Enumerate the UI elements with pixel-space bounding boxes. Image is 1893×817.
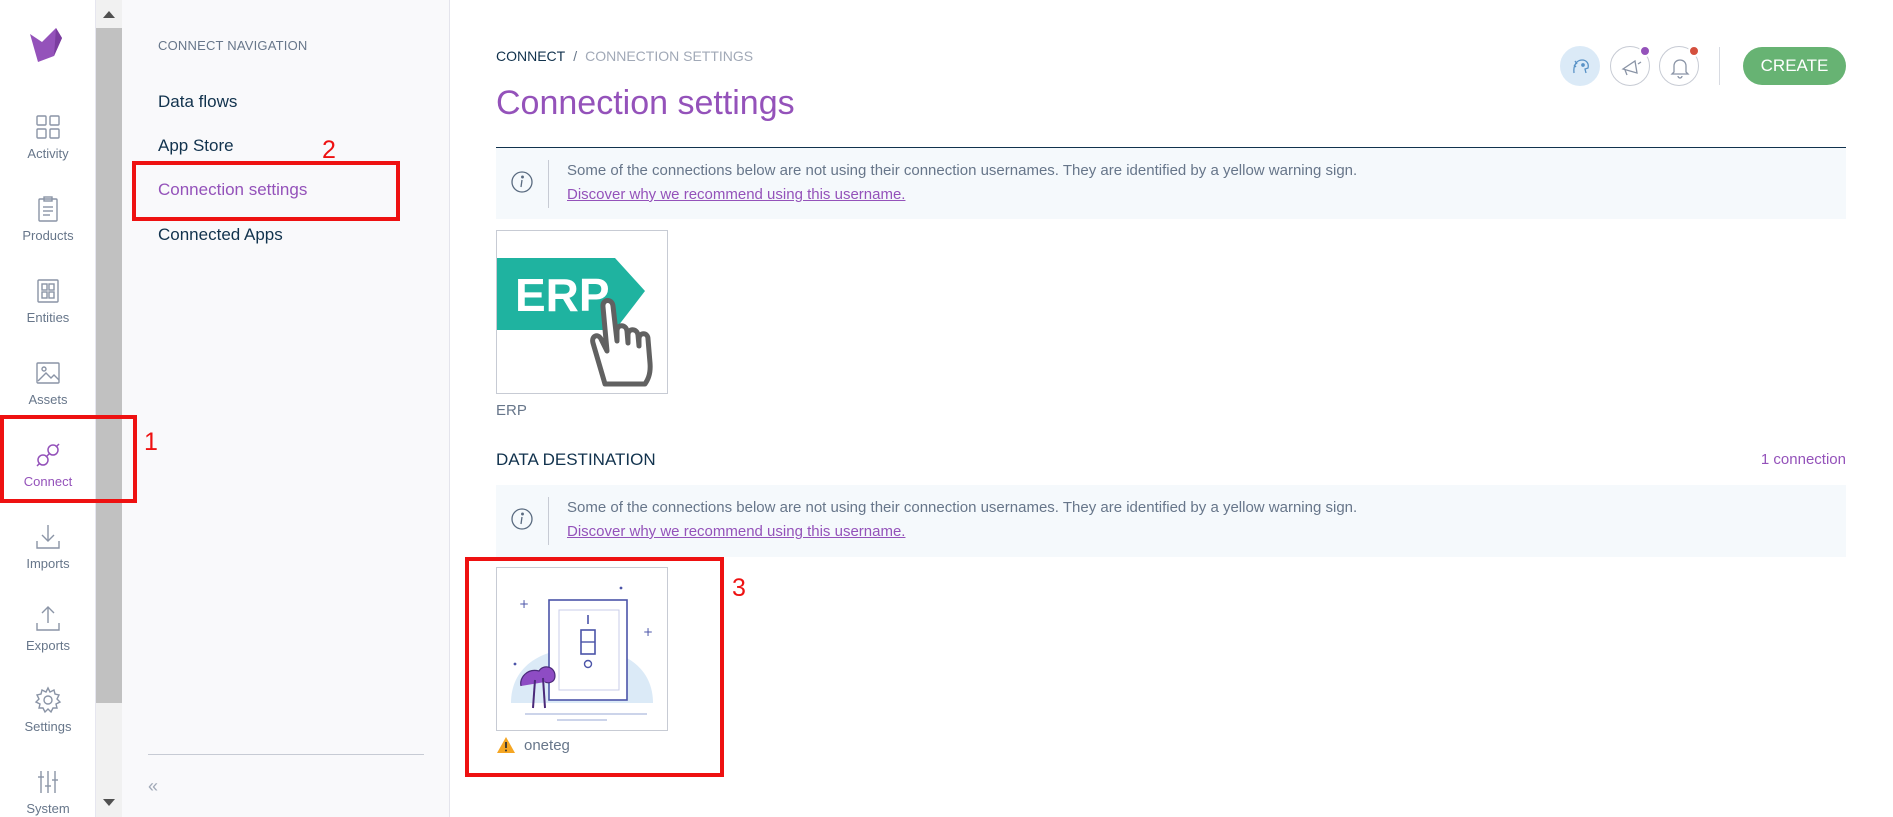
breadcrumb-separator: / bbox=[573, 48, 578, 64]
imports-icon bbox=[36, 525, 60, 549]
activity-icon bbox=[36, 115, 60, 139]
menu-item-label: System bbox=[26, 801, 70, 816]
subnav-divider bbox=[148, 754, 424, 755]
create-button[interactable]: CREATE bbox=[1743, 47, 1846, 85]
info-link[interactable]: Discover why we recommend using this use… bbox=[567, 523, 905, 540]
assets-icon bbox=[36, 362, 60, 384]
info-banner-source: Some of the connections below are not us… bbox=[496, 147, 1846, 219]
menu-item-system[interactable]: System bbox=[0, 759, 96, 817]
notifications-badge bbox=[1688, 45, 1700, 57]
menu-item-label: Products bbox=[22, 228, 74, 243]
connect-navigation-panel: CONNECT NAVIGATION Data flows App Store … bbox=[122, 0, 450, 817]
subnav-title: CONNECT NAVIGATION bbox=[158, 38, 308, 53]
menu-item-exports[interactable]: Exports bbox=[0, 596, 96, 674]
menu-item-label: Imports bbox=[26, 556, 70, 571]
menu-item-label: Entities bbox=[26, 310, 70, 325]
settings-icon bbox=[34, 686, 62, 714]
akeneo-logo[interactable] bbox=[26, 24, 68, 66]
system-icon bbox=[38, 771, 58, 793]
scrollbar[interactable] bbox=[96, 0, 122, 817]
menu-item-entities[interactable]: Entities bbox=[0, 268, 96, 346]
subnav-item-app-store[interactable]: App Store bbox=[158, 136, 234, 156]
connection-count: 1 connection bbox=[1760, 451, 1846, 468]
info-message: Some of the connections below are not us… bbox=[567, 162, 1358, 179]
help-mascot-icon bbox=[1573, 59, 1589, 74]
menu-item-products[interactable]: Products bbox=[0, 186, 96, 264]
app-window: Activity Products Entities Assets Connec… bbox=[0, 0, 1893, 817]
subnav-item-connected-apps[interactable]: Connected Apps bbox=[158, 225, 283, 245]
info-message: Some of the connections below are not us… bbox=[567, 499, 1358, 516]
scrollbar-thumb[interactable] bbox=[96, 28, 122, 703]
header-divider bbox=[1719, 47, 1720, 85]
help-center-button[interactable] bbox=[1560, 46, 1600, 86]
page-title: Connection settings bbox=[496, 84, 795, 122]
section-title-data-destination: DATA DESTINATION bbox=[496, 450, 656, 469]
notifications-button[interactable] bbox=[1659, 45, 1700, 86]
info-icon bbox=[511, 171, 533, 193]
annotation-number-2: 2 bbox=[322, 136, 336, 164]
menu-item-activity[interactable]: Activity bbox=[0, 104, 96, 182]
menu-item-settings[interactable]: Settings bbox=[0, 677, 96, 755]
info-divider bbox=[548, 497, 549, 545]
info-divider bbox=[548, 160, 549, 208]
annotation-box-connection-settings bbox=[132, 161, 400, 221]
entities-icon bbox=[37, 279, 59, 303]
erp-illustration: ERP bbox=[497, 258, 653, 387]
menu-item-label: Exports bbox=[25, 638, 71, 653]
breadcrumb: CONNECT / CONNECTION SETTINGS bbox=[496, 48, 753, 64]
annotation-number-1: 1 bbox=[144, 428, 158, 456]
annotation-number-3: 3 bbox=[732, 574, 746, 602]
subnav-item-data-flows[interactable]: Data flows bbox=[158, 92, 237, 112]
products-icon bbox=[38, 196, 58, 222]
announcements-button[interactable] bbox=[1610, 45, 1651, 86]
erp-card-text: ERP bbox=[515, 269, 610, 321]
info-banner-destination: Some of the connections below are not us… bbox=[496, 485, 1846, 557]
info-icon bbox=[511, 508, 533, 530]
announcements-badge bbox=[1639, 45, 1651, 57]
connection-card-erp[interactable]: ERP bbox=[496, 230, 668, 394]
collapse-panel-button[interactable]: « bbox=[148, 776, 158, 797]
menu-item-label: Activity bbox=[27, 146, 69, 161]
menu-item-label: Settings bbox=[24, 719, 72, 734]
breadcrumb-connect[interactable]: CONNECT bbox=[496, 48, 565, 64]
scroll-up-arrow[interactable] bbox=[103, 11, 115, 18]
annotation-box-connect bbox=[0, 415, 137, 503]
info-link[interactable]: Discover why we recommend using this use… bbox=[567, 186, 905, 203]
scroll-down-arrow[interactable] bbox=[103, 799, 115, 806]
annotation-box-oneteg-card bbox=[465, 557, 724, 777]
main-menu-rail: Activity Products Entities Assets Connec… bbox=[0, 0, 96, 817]
connection-label-erp: ERP bbox=[496, 402, 527, 419]
menu-item-label: Assets bbox=[28, 392, 68, 407]
menu-item-imports[interactable]: Imports bbox=[0, 514, 96, 592]
breadcrumb-current: CONNECTION SETTINGS bbox=[585, 48, 754, 64]
exports-icon bbox=[36, 606, 60, 631]
